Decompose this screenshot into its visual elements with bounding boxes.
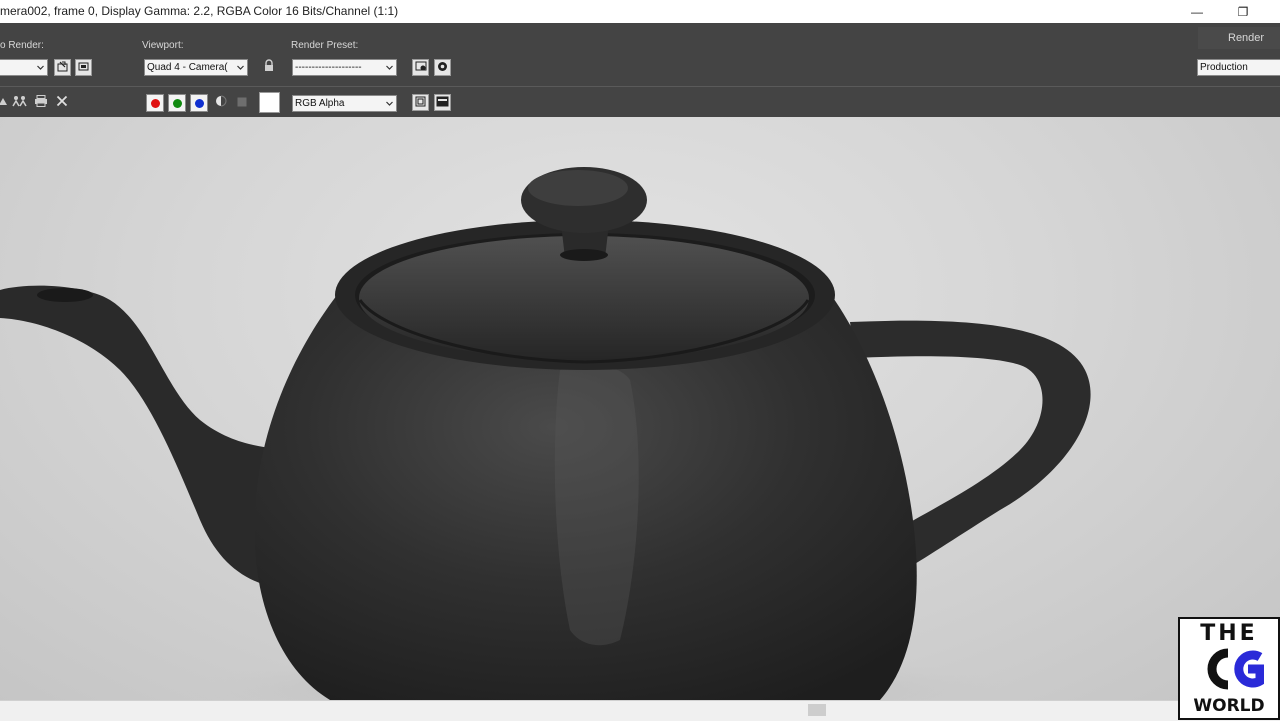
chevron-down-icon <box>37 64 44 71</box>
clear-button[interactable] <box>53 94 70 111</box>
logo-line-3: WORLD <box>1193 696 1265 716</box>
auto-region-button[interactable] <box>75 59 92 76</box>
render-preset-dropdown[interactable]: -------------------- <box>292 59 397 76</box>
chevron-down-icon <box>386 100 393 107</box>
ui-icon <box>436 94 449 112</box>
blue-channel-icon <box>194 98 204 108</box>
minimize-icon: — <box>1191 4 1203 19</box>
display-channel-value: RGB Alpha <box>295 98 345 109</box>
render-preset-label: Render Preset: <box>291 40 359 51</box>
toolbar-divider <box>0 86 1280 87</box>
render-viewport[interactable] <box>0 117 1280 700</box>
lock-viewport-button[interactable] <box>260 58 277 77</box>
viewport-value: Quad 4 - Camera( <box>147 62 228 73</box>
clone-frame-button[interactable] <box>11 94 28 111</box>
toggle-ui-overlay-button[interactable] <box>412 94 429 111</box>
scrollbar-thumb[interactable] <box>808 704 826 716</box>
region-icon <box>57 59 68 77</box>
area-to-render-label: o Render: <box>0 40 44 51</box>
clone-icon <box>11 94 28 112</box>
toggle-ui-button[interactable] <box>434 94 451 111</box>
production-dropdown[interactable]: Production <box>1197 59 1280 76</box>
cg-logo-mark <box>1207 648 1264 690</box>
crop-icon <box>78 59 89 77</box>
viewport-label: Viewport: <box>142 40 184 51</box>
printer-icon <box>34 94 48 112</box>
print-image-button[interactable] <box>32 94 49 111</box>
save-image-button[interactable] <box>0 94 11 111</box>
horizontal-scrollbar[interactable] <box>0 700 1280 721</box>
restore-button[interactable]: ❐ <box>1220 0 1266 23</box>
red-channel-icon <box>150 98 160 108</box>
red-channel-toggle[interactable] <box>146 94 164 112</box>
chevron-down-icon <box>237 64 244 71</box>
production-value: Production <box>1200 62 1248 73</box>
title-bar: mera002, frame 0, Display Gamma: 2.2, RG… <box>0 0 1280 24</box>
render-button[interactable]: Render <box>1198 27 1280 49</box>
minimize-button[interactable]: — <box>1174 0 1220 23</box>
half-circle-icon <box>215 94 227 112</box>
blue-channel-toggle[interactable] <box>190 94 208 112</box>
render-frame-toolbar: o Render: Viewport: Quad 4 - Camera( Ren… <box>0 23 1280 117</box>
viewport-dropdown[interactable]: Quad 4 - Camera( <box>144 59 248 76</box>
save-icon <box>0 94 9 112</box>
chevron-down-icon <box>386 64 393 71</box>
alpha-channel-toggle[interactable] <box>212 94 229 111</box>
background-color-swatch[interactable] <box>259 92 280 113</box>
overlay-icon <box>415 94 426 112</box>
close-icon <box>56 94 68 112</box>
logo-line-1: THE <box>1200 621 1258 646</box>
the-cg-world-logo: THE WORLD <box>1178 617 1280 720</box>
green-channel-toggle[interactable] <box>168 94 186 112</box>
render-setup-button[interactable] <box>412 59 429 76</box>
window-title: mera002, frame 0, Display Gamma: 2.2, RG… <box>0 4 399 18</box>
monochrome-toggle[interactable] <box>233 94 250 111</box>
display-channel-dropdown[interactable]: RGB Alpha <box>292 95 397 112</box>
environment-effects-button[interactable] <box>434 59 451 76</box>
edit-region-button[interactable] <box>54 59 71 76</box>
lock-icon <box>263 58 275 77</box>
square-icon <box>237 94 247 112</box>
teapot-render-image <box>0 167 1091 700</box>
render-preset-value: -------------------- <box>295 62 362 73</box>
render-setup-icon <box>415 59 427 77</box>
area-to-render-dropdown[interactable] <box>0 59 48 76</box>
green-channel-icon <box>172 98 182 108</box>
teapot-icon <box>437 59 448 77</box>
restore-icon: ❐ <box>1237 4 1249 19</box>
